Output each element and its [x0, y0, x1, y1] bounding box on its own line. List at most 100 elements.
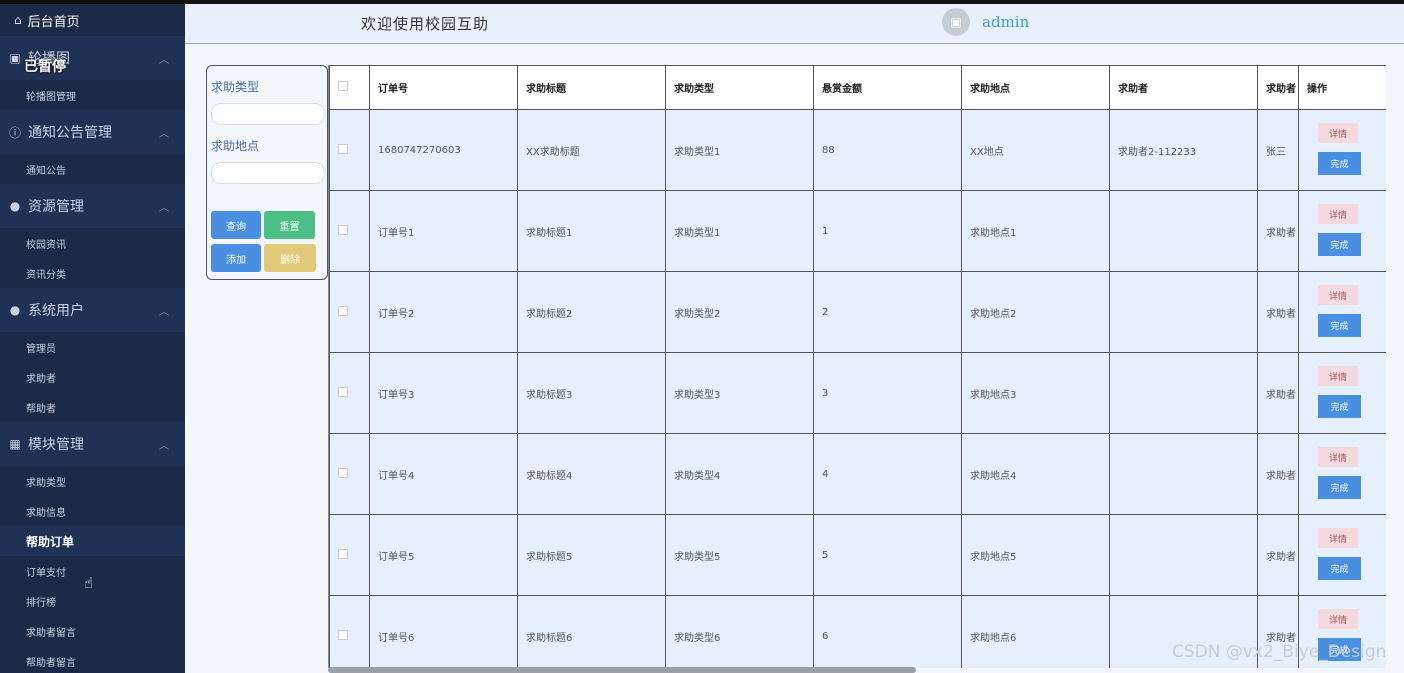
sidebar-group-notice[interactable]: ⓘ 通知公告管理 ︿ [0, 110, 185, 154]
orders-table: 订单号 求助标题 求助类型 悬赏金额 求助地点 求助者 求助者 操作 16807… [329, 65, 1386, 668]
table-cell: 订单号3 [369, 352, 518, 434]
sidebar-item-news-category[interactable]: 资讯分类 [0, 258, 185, 288]
table-cell: 求助标题2 [517, 271, 666, 353]
table-cell: 求助者 [1257, 190, 1299, 272]
hand-cursor-icon: ☝ [84, 574, 94, 592]
sidebar-item-seeker-message[interactable]: 求助者留言 [0, 616, 185, 646]
table-cell: 求助者 [1257, 514, 1299, 596]
table-cell: 订单号4 [369, 433, 518, 515]
sidebar-home[interactable]: ⌂ 后台首页 [0, 4, 185, 36]
table-cell: 1680747270603 [369, 109, 518, 191]
help-place-label: 求助地点 [211, 139, 260, 153]
row-checkbox[interactable] [329, 514, 370, 596]
row-checkbox[interactable] [329, 433, 370, 515]
done-button[interactable]: 完成 [1318, 395, 1361, 418]
sidebar-item-admin[interactable]: 管理员 [0, 332, 185, 362]
horizontal-scrollbar[interactable] [328, 667, 916, 673]
select-all-checkbox[interactable] [329, 65, 370, 110]
query-button[interactable]: 查询 [211, 211, 261, 239]
top-header: 欢迎使用校园互助 ▣ admin [185, 4, 1404, 44]
sidebar-item-label: 资讯分类 [26, 269, 66, 281]
table-cell: 求助地点3 [961, 352, 1110, 434]
detail-button[interactable]: 详情 [1318, 447, 1358, 467]
table-cell: 88 [813, 109, 962, 191]
table-cell: 求助类型6 [665, 595, 814, 668]
table-row: 订单号4 求助标题4 求助类型4 4 求助地点4 求助者 详情 完成 [329, 433, 1386, 515]
sidebar-group-users[interactable]: ● 系统用户 ︿ [0, 288, 185, 332]
row-checkbox[interactable] [329, 595, 370, 668]
sidebar-item-help-type[interactable]: 求助类型 [0, 466, 185, 496]
table-cell: 求助标题4 [517, 433, 666, 515]
grid-icon: ▦ [9, 437, 21, 451]
sidebar-item-label: 求助者 [26, 373, 56, 385]
sidebar-home-label: 后台首页 [27, 14, 80, 30]
table-cell: 6 [813, 595, 962, 668]
sidebar-item-seeker[interactable]: 求助者 [0, 362, 185, 392]
done-button[interactable]: 完成 [1318, 557, 1361, 580]
sidebar-item-carousel-manage[interactable]: 轮播图管理 [0, 80, 185, 110]
done-button[interactable]: 完成 [1318, 233, 1361, 256]
sidebar-item-label: 帮助者留言 [26, 657, 76, 669]
table-cell [1109, 433, 1258, 515]
column-header: 求助者 [1257, 65, 1299, 110]
orders-table-wrap: 订单号 求助标题 求助类型 悬赏金额 求助地点 求助者 求助者 操作 16807… [328, 65, 1386, 668]
sidebar-group-modules[interactable]: ▦ 模块管理 ︿ [0, 422, 185, 466]
chevron-up-icon: ︿ [159, 203, 169, 214]
sidebar-item-help-info[interactable]: 求助信息 [0, 496, 185, 526]
row-actions: 详情 完成 [1298, 352, 1386, 434]
detail-button[interactable]: 详情 [1318, 123, 1358, 143]
help-type-input[interactable] [211, 103, 325, 125]
row-checkbox[interactable] [329, 109, 370, 191]
row-checkbox[interactable] [329, 190, 370, 272]
detail-button[interactable]: 详情 [1318, 204, 1358, 224]
chevron-up-icon: ︿ [159, 129, 169, 140]
sidebar-group-resource[interactable]: ● 资源管理 ︿ [0, 184, 185, 228]
username-link[interactable]: admin [982, 13, 1029, 31]
sidebar-item-help-order[interactable]: 帮助订单 [0, 526, 185, 556]
row-actions: 详情 完成 [1298, 271, 1386, 353]
done-button[interactable]: 完成 [1318, 476, 1361, 499]
detail-button[interactable]: 详情 [1318, 528, 1358, 548]
row-checkbox[interactable] [329, 352, 370, 434]
table-cell: 求助地点4 [961, 433, 1110, 515]
help-place-input[interactable] [211, 162, 325, 184]
add-button[interactable]: 添加 [211, 244, 261, 272]
table-cell: 求助类型2 [665, 271, 814, 353]
sidebar-item-label: 管理员 [26, 343, 56, 355]
delete-button[interactable]: 删除 [264, 244, 316, 272]
table-cell: XX地点 [961, 109, 1110, 191]
detail-button[interactable]: 详情 [1318, 366, 1358, 386]
avatar[interactable]: ▣ [942, 8, 970, 36]
table-cell: 订单号6 [369, 595, 518, 668]
reset-button[interactable]: 重置 [264, 211, 315, 239]
sidebar: ⌂ 后台首页 ▣ 轮播图 ︿ 轮播图管理 ⓘ 通知公告管理 ︿ 通知公告 ● 资… [0, 4, 185, 673]
table-cell: 2 [813, 271, 962, 353]
detail-button[interactable]: 详情 [1318, 609, 1358, 629]
help-type-label: 求助类型 [211, 80, 260, 94]
sidebar-item-label: 通知公告 [26, 165, 66, 177]
sidebar-item-helper[interactable]: 帮助者 [0, 392, 185, 422]
sidebar-item-label: 帮助订单 [26, 534, 75, 549]
detail-button[interactable]: 详情 [1318, 285, 1358, 305]
sidebar-item-helper-message[interactable]: 帮助者留言 [0, 646, 185, 673]
table-cell: 订单号1 [369, 190, 518, 272]
done-button[interactable]: 完成 [1318, 314, 1361, 337]
table-cell: 求助类型3 [665, 352, 814, 434]
table-cell: 求助类型1 [665, 190, 814, 272]
sidebar-item-campus-news[interactable]: 校园资讯 [0, 228, 185, 258]
sidebar-item-notice[interactable]: 通知公告 [0, 154, 185, 184]
image-placeholder-icon: ▣ [950, 15, 962, 29]
table-cell: 3 [813, 352, 962, 434]
chevron-up-icon: ︿ [159, 307, 169, 318]
table-row: 订单号5 求助标题5 求助类型5 5 求助地点5 求助者 详情 完成 [329, 514, 1386, 596]
welcome-title: 欢迎使用校园互助 [361, 15, 490, 33]
sidebar-item-label: 求助信息 [26, 507, 66, 519]
row-checkbox[interactable] [329, 271, 370, 353]
sidebar-group-label: 系统用户 [28, 303, 84, 319]
table-cell: 求助类型1 [665, 109, 814, 191]
table-cell: 张三 [1257, 109, 1299, 191]
sidebar-item-label: 轮播图管理 [26, 91, 76, 103]
done-button[interactable]: 完成 [1318, 152, 1361, 175]
home-icon: ⌂ [14, 13, 22, 27]
table-cell: 求助地点5 [961, 514, 1110, 596]
